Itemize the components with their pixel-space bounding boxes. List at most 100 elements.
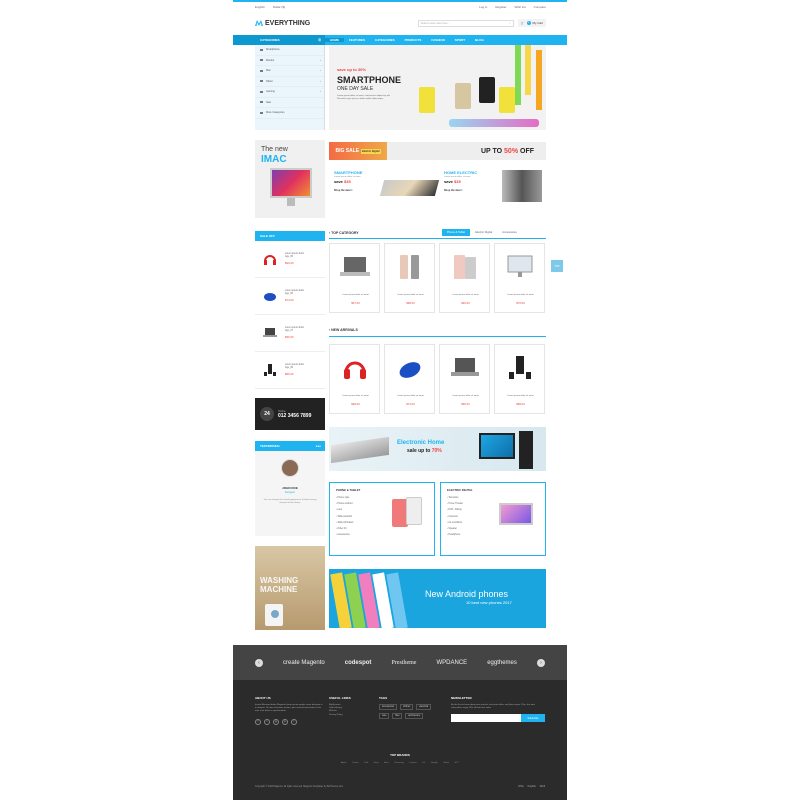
newsletter-email-input[interactable]: [451, 714, 521, 723]
product-price: $99.00: [351, 402, 360, 406]
categories-toggle[interactable]: CATEGORIES ☰: [233, 35, 325, 45]
big-sale-label: BIG SALE: [335, 148, 360, 154]
sidebar-item-gaming[interactable]: Gaming ›: [255, 87, 324, 98]
wishlist-link[interactable]: Wish list: [514, 5, 525, 9]
tab-electric-digital[interactable]: Electric Digital: [470, 229, 497, 236]
product-card[interactable]: Lorem ipsum dolor sit amet $74.00: [384, 344, 435, 414]
big-sale-tag: Electric Digital: [361, 148, 381, 154]
sidebar-item-smartphone[interactable]: Smartphone: [255, 45, 324, 56]
login-link[interactable]: Log in: [479, 5, 487, 9]
footer-link[interactable]: Privacy Policy: [329, 714, 369, 717]
sidebar-item-tablet[interactable]: Tablet ›: [255, 77, 324, 87]
list-item[interactable]: › Accessories: [336, 532, 428, 538]
product-card[interactable]: Lorem ipsum dolor sit amet $57.00: [329, 243, 380, 313]
sidebar-item-more[interactable]: More Categories: [255, 108, 324, 119]
brand-link[interactable]: Sony: [374, 762, 379, 764]
logo[interactable]: EVERYTHING: [255, 20, 310, 27]
sidebar-item-monitor[interactable]: Monitor ›: [255, 56, 324, 66]
imac-banner[interactable]: The new IMAC: [255, 140, 325, 218]
list-item[interactable]: Lorem ipsum dolor Agu_07 $56.00: [255, 315, 325, 352]
speaker-image: [260, 360, 280, 380]
brand-link[interactable]: Canon: [352, 762, 358, 764]
hotline-number[interactable]: 012 3456 7899: [278, 413, 311, 419]
footer-heading: ABOUT US: [255, 696, 271, 700]
currency-selector[interactable]: Dollar ($): [273, 5, 285, 9]
register-link[interactable]: Register: [495, 5, 506, 9]
cart-button[interactable]: 🛒 0 My Cart: [517, 19, 546, 27]
list-item[interactable]: Lorem ipsum dolor Agu_09 $89.00: [255, 352, 325, 389]
promo-smartphone[interactable]: SMARTPHONE Lorem ipsum dolor sit amet sa…: [334, 170, 440, 214]
tag-chip[interactable]: architecture: [405, 713, 424, 719]
brand-link[interactable]: Lenovo: [409, 762, 416, 764]
carousel-dots[interactable]: ●●●: [316, 444, 321, 448]
twitter-icon[interactable]: t: [264, 718, 270, 725]
headphones-image: [338, 353, 372, 383]
big-sale-banner[interactable]: BIG SALE Electric Digital UP TO 50% OFF: [329, 142, 546, 160]
imac-line2: IMAC: [261, 154, 287, 165]
facebook-icon[interactable]: f: [255, 718, 261, 725]
product-card[interactable]: Lorem ipsum dolor sit amet $89.00: [494, 344, 545, 414]
sidebar-item-mac[interactable]: Mac ›: [255, 66, 324, 77]
rss-icon[interactable]: r: [291, 718, 297, 725]
brand-logo[interactable]: Prestheme: [391, 660, 416, 666]
list-item[interactable]: Lorem ipsum dolor Agu_05 $99.00: [255, 241, 325, 278]
brand-link[interactable]: Samsung: [395, 762, 404, 764]
list-item[interactable]: › Headphone: [447, 532, 539, 538]
electronic-sale-prefix: sale up to: [407, 448, 431, 454]
promo-home-electric[interactable]: HOME ELECTRIC Lorem ipsum dolor sit amet…: [444, 170, 549, 214]
tab-accessories[interactable]: Accessories: [497, 229, 522, 236]
product-card[interactable]: Lorem ipsum dolor sit amet $98.00: [384, 243, 435, 313]
tag-chip[interactable]: accessories: [379, 704, 398, 710]
testimonial-header: TESTIMONIAL ●●●: [255, 441, 325, 451]
brand-link[interactable]: HTC: [455, 762, 460, 764]
sidebar-item-sale[interactable]: Sale: [255, 98, 324, 108]
subscribe-button[interactable]: Subscribe: [521, 714, 545, 723]
brand-link[interactable]: Dell: [364, 762, 368, 764]
nav-home[interactable]: HOME: [325, 38, 344, 42]
nav-features[interactable]: FEATURES: [344, 38, 370, 42]
hero-banner[interactable]: save up to 30% SMARTPHONE ONE DAY SALE L…: [329, 45, 546, 130]
product-card[interactable]: Lorem ipsum dolor sit amet $76.00: [494, 243, 545, 313]
search-input[interactable]: Search entire store here... ⌕: [417, 19, 514, 27]
nav-fashion[interactable]: FASHION: [426, 38, 449, 42]
brands-prev-icon[interactable]: ‹: [255, 658, 263, 667]
payment-methods: VISA PayPal Skrill: [518, 785, 545, 788]
brand-logo[interactable]: create Magento: [283, 660, 325, 666]
washing-machine-banner[interactable]: WASHING MACHINE: [255, 546, 325, 630]
product-card[interactable]: Lorem ipsum dolor sit amet $99.00: [329, 344, 380, 414]
testimonial-card: JOHN DOE Designer You can change the vis…: [255, 451, 325, 536]
android-phones-banner[interactable]: New Android phones 10 best new phones 20…: [329, 569, 546, 628]
brand-logo[interactable]: eggthemes: [487, 660, 517, 666]
product-card[interactable]: Lorem ipsum dolor sit amet $46.00: [439, 243, 490, 313]
brand-link[interactable]: Asus: [384, 762, 389, 764]
testimonial-title: TESTIMONIAL: [260, 444, 281, 448]
monitor-icon: [260, 59, 263, 62]
tag-chip[interactable]: care: [379, 713, 390, 719]
product-card[interactable]: Lorem ipsum dolor sit amet $56.00: [439, 344, 490, 414]
brand-link[interactable]: Google: [431, 762, 438, 764]
nav-categories[interactable]: CATEGORIES: [370, 38, 400, 42]
nav-products[interactable]: PRODUCTS: [400, 38, 427, 42]
nav-sport[interactable]: SPORT: [450, 38, 470, 42]
tag-chip[interactable]: clothes: [399, 704, 414, 710]
instagram-icon[interactable]: ◎: [273, 718, 279, 725]
brand-logo[interactable]: WPDANCE: [437, 660, 468, 666]
brand-link[interactable]: Nokia: [443, 762, 449, 764]
compare-link[interactable]: Compare: [534, 5, 546, 9]
brand-logo[interactable]: codespot: [345, 660, 372, 666]
electronic-home-banner[interactable]: Electronic Home sale up to 70%: [329, 427, 546, 471]
brand-link[interactable]: LG: [422, 762, 425, 764]
brand-link[interactable]: Apple: [341, 762, 347, 764]
nav-blog[interactable]: BLOG: [470, 38, 489, 42]
back-to-top-button[interactable]: TOP: [551, 260, 563, 272]
tab-phone-tablet[interactable]: Phone & Tablet: [442, 229, 471, 236]
list-item[interactable]: Lorem ipsum dolor Agu_05 $74.00: [255, 278, 325, 315]
promo-save-prefix: save: [444, 179, 453, 184]
tag-chip[interactable]: electrical: [416, 704, 432, 710]
pinterest-icon[interactable]: p: [282, 718, 288, 725]
search-icon[interactable]: ⌕: [509, 22, 510, 25]
tag-chip[interactable]: files: [392, 713, 403, 719]
categories-label: CATEGORIES: [260, 38, 280, 42]
brands-next-icon[interactable]: ›: [536, 658, 545, 667]
language-selector[interactable]: English: [255, 5, 265, 9]
